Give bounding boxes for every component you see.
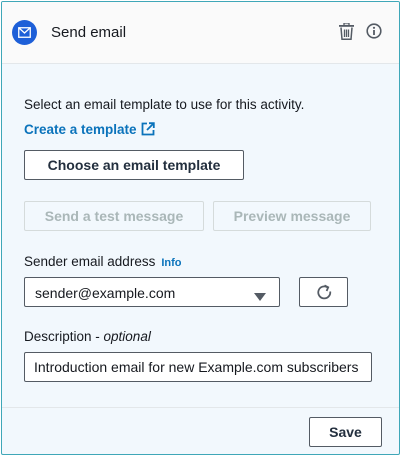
refresh-icon (317, 284, 332, 300)
trash-icon[interactable] (339, 22, 354, 45)
description-label: Description - optional (24, 329, 151, 344)
info-icon[interactable] (366, 23, 382, 44)
refresh-button[interactable] (299, 277, 348, 307)
sender-email-label: Sender email address Info (24, 254, 182, 269)
send-email-panel: Send email Select an email template to u… (1, 1, 400, 455)
create-template-link[interactable]: Create a template (24, 122, 155, 137)
send-test-message-button[interactable]: Send a test message (24, 201, 204, 231)
description-optional-text: optional (103, 329, 151, 344)
sender-info-link[interactable]: Info (161, 257, 181, 269)
preview-message-button[interactable]: Preview message (213, 201, 371, 231)
panel-header: Send email (2, 2, 399, 64)
mail-icon (12, 20, 37, 45)
choose-template-button[interactable]: Choose an email template (24, 150, 244, 180)
description-field[interactable] (24, 352, 372, 382)
description-input[interactable] (34, 359, 370, 375)
external-link-icon (141, 122, 155, 136)
panel-title: Send email (51, 24, 127, 41)
footer-divider (2, 407, 399, 408)
caret-down-icon (254, 288, 266, 306)
save-button[interactable]: Save (309, 417, 382, 447)
description-label-text: Description - (24, 329, 104, 344)
sender-email-select[interactable]: sender@example.com (24, 277, 280, 307)
sender-email-value: sender@example.com (35, 285, 176, 301)
create-template-link-label: Create a template (24, 122, 137, 137)
sender-email-label-text: Sender email address (24, 254, 156, 269)
template-instructions: Select an email template to use for this… (24, 97, 305, 112)
